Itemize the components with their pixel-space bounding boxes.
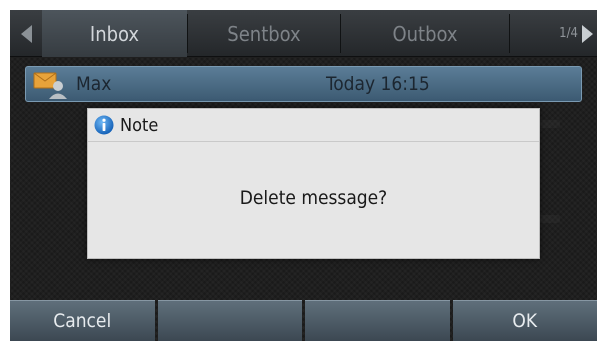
softkey-bar: Cancel OK bbox=[10, 300, 597, 341]
tab-divider bbox=[509, 14, 510, 53]
softkey-3[interactable] bbox=[305, 300, 450, 341]
page-indicator[interactable]: 1/4 bbox=[559, 10, 593, 57]
dialog-header: Note bbox=[88, 109, 539, 142]
arrow-left-icon bbox=[20, 24, 32, 43]
message-list-item[interactable]: Max Today 16:15 bbox=[25, 66, 582, 102]
message-time: Today 16:15 bbox=[326, 73, 430, 95]
cancel-button[interactable]: Cancel bbox=[10, 300, 155, 341]
tab-inbox[interactable]: Inbox bbox=[42, 10, 187, 57]
dialog-title: Note bbox=[120, 114, 159, 136]
softkey-2[interactable] bbox=[157, 300, 302, 341]
softkey-label: Cancel bbox=[53, 310, 112, 332]
envelope-person-icon bbox=[33, 72, 67, 99]
message-sender: Max bbox=[76, 73, 112, 95]
tab-outbox[interactable]: Outbox bbox=[341, 10, 509, 57]
tab-sentbox[interactable]: Sentbox bbox=[188, 10, 340, 57]
tab-label: Inbox bbox=[89, 21, 140, 46]
tab-label: Outbox bbox=[392, 21, 458, 46]
dialog-text: Delete message? bbox=[239, 186, 388, 209]
tab-scroll-left-button[interactable] bbox=[10, 10, 42, 57]
phone-screen: Inbox Sentbox Outbox 1/4 Max Today 16:15 bbox=[10, 10, 597, 341]
dialog-message: Delete message? bbox=[88, 143, 539, 258]
tab-bar: Inbox Sentbox Outbox 1/4 bbox=[10, 10, 597, 57]
ok-button[interactable]: OK bbox=[452, 300, 597, 341]
tab-label: Sentbox bbox=[227, 21, 301, 46]
arrow-right-icon bbox=[582, 24, 593, 43]
info-icon bbox=[94, 115, 114, 135]
note-dialog: Note Delete message? bbox=[87, 108, 540, 259]
softkey-label: OK bbox=[512, 310, 538, 332]
page-number: 1/4 bbox=[559, 26, 578, 41]
